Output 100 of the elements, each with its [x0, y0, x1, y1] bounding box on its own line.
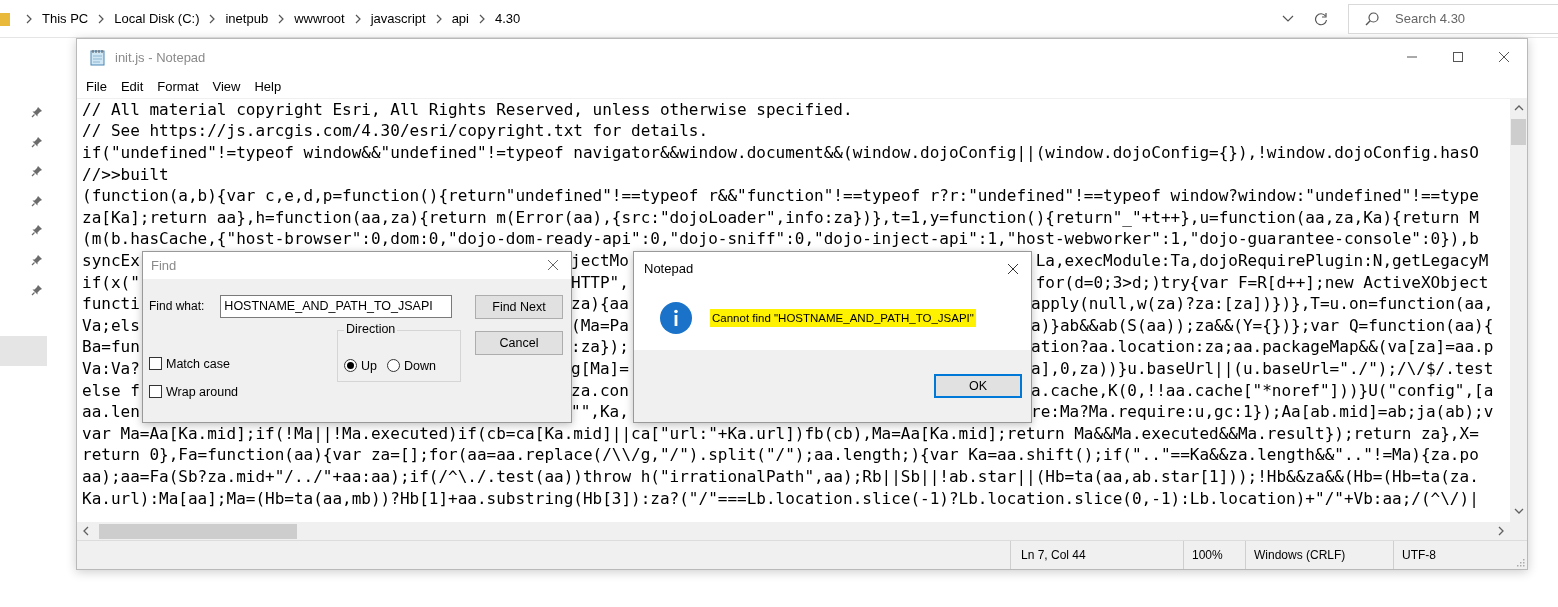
- pin-icon[interactable]: [31, 106, 43, 118]
- code-text: a)}ab&&ab(S(aa));za&&(Y={})};var Q=function(aa){: [1031, 314, 1494, 337]
- code-text: a.cache,K(0,!!aa.cache["*noref"]))}U("config",[a: [1031, 379, 1494, 402]
- breadcrumb-item[interactable]: This PC: [42, 11, 89, 26]
- line-ending: Windows (CRLF): [1245, 541, 1393, 569]
- menu-item[interactable]: File: [79, 79, 114, 95]
- group-label: Direction: [344, 321, 398, 336]
- code-text: if(x(": [82, 271, 141, 294]
- code-text: return 0},Fa=function(aa){var za=[];for(aa=aa.replace(/\\/g,"/").split("/");aa.length;){var Ka=aa.shift();if(".."==Ka&&za.length&&".."!=Ma){za.po: [82, 445, 1479, 465]
- code-text: // All material copyright Esri, All Rights Reserved, unless otherwise specified.: [82, 99, 853, 119]
- code-text: jectMo: [571, 250, 630, 272]
- code-text: re:Ma?Ma.require:u,gc:1});Aa[ab.mid]=ab;ja(ab);v: [1031, 401, 1494, 423]
- pin-icon[interactable]: [31, 135, 43, 148]
- window-title: init.js - Notepad: [115, 49, 206, 65]
- code-text: za){aa: [571, 293, 630, 315]
- info-icon: [660, 301, 692, 334]
- chevron-icon[interactable]: [478, 13, 486, 24]
- dialog-button[interactable]: Find Next: [475, 294, 563, 319]
- chevron-icon[interactable]: [434, 13, 443, 24]
- close-icon: [547, 259, 559, 272]
- message-text: Cannot find "HOSTNAME_AND_PATH_TO_JSAPI": [710, 308, 976, 327]
- radio-button[interactable]: [387, 359, 400, 373]
- code-text: if("undefined"!=typeof window&&"undefined"!=typeof navigator&&window.document&&(window.dojoConfig||(window.dojoConfig={}),!window.dojoConfig.hasO: [82, 143, 1479, 163]
- find-what-field[interactable]: HOSTNAME_AND_PATH_TO_JSAPI: [220, 294, 453, 318]
- resize-grip-icon[interactable]: [1515, 557, 1525, 567]
- code-text: (Ma=Pa: [571, 314, 630, 337]
- menu-item[interactable]: Format: [150, 79, 206, 95]
- code-text: // See https://js.arcgis.com/4.30/esri/copyright.txt for details.: [82, 121, 709, 141]
- code-text: Va:Va?: [82, 358, 141, 380]
- breadcrumb-item[interactable]: Local Disk (C:): [114, 11, 200, 26]
- code-text: :za});: [571, 336, 630, 358]
- scroll-left-icon[interactable]: [83, 526, 89, 537]
- radio-label[interactable]: Down: [404, 358, 436, 373]
- code-text: g[Ma]=: [571, 358, 630, 380]
- maximize-icon: [1453, 52, 1463, 63]
- code-text: aa);aa=Fa(Sb?za.mid+"/../"+aa:aa);if(/^\./.test(aa))throw h("irrationalPath",aa);Rb||Sb||!ab.star||(Hb=ta(aa,ab.star[1]));!Hb&&za&&(Hb=(Hb=ta(za.: [82, 466, 1479, 486]
- menu-item[interactable]: Edit: [113, 79, 151, 95]
- menu-item[interactable]: Help: [247, 79, 289, 95]
- dialog-title: Find: [151, 257, 177, 273]
- chevron-icon[interactable]: [25, 13, 33, 24]
- code-text: za[Ka];return aa},h=function(aa,za){return m(Error(aa),{src:"dojoLoader",info:za})},t=1,y=function(){return"_"+t++},u=function(aa,za,Ka){return M: [82, 207, 1479, 227]
- chevron-icon[interactable]: [353, 13, 362, 24]
- code-text: aa.len: [82, 401, 141, 423]
- pin-icon[interactable]: [31, 194, 43, 207]
- code-text: apply(null,w(za)?za:[za])})},T=u.on=function(aa,: [1031, 293, 1494, 315]
- code-text: (m(b.hasCache,{"host-browser":0,dom:0,"dojo-dom-ready-api":0,"dojo-sniff":0,"dojo-inject-api":1,"host-webworker":1,"dojo-guarantee-console":0}),b: [82, 229, 1479, 249]
- pin-icon[interactable]: [31, 165, 43, 178]
- chevron-icon[interactable]: [208, 13, 217, 24]
- scroll-up-icon[interactable]: [1513, 104, 1524, 111]
- menu-item[interactable]: View: [205, 79, 248, 95]
- breadcrumb-item[interactable]: wwwroot: [294, 11, 345, 26]
- code-text: Va;els: [82, 314, 141, 337]
- chevron-icon[interactable]: [277, 13, 286, 24]
- search-icon: [1365, 11, 1379, 26]
- notepad-icon: [89, 48, 107, 67]
- refresh-icon[interactable]: [1314, 11, 1328, 26]
- checkbox-label[interactable]: Wrap around: [166, 384, 239, 399]
- encoding: UTF-8: [1393, 541, 1515, 569]
- code-text: a],0,za))}u.baseUrl||(u.baseUrl="./");/\/$/.test: [1031, 358, 1494, 380]
- scroll-thumb[interactable]: [99, 523, 297, 539]
- dropdown-icon[interactable]: [1282, 14, 1294, 23]
- pin-icon[interactable]: [31, 253, 43, 266]
- checkbox-label[interactable]: Match case: [166, 356, 230, 371]
- ok-button[interactable]: OK: [934, 373, 1022, 398]
- code-text: functi: [82, 293, 141, 315]
- code-text: ation?aa.location:za;aa.packageMap&&(va[za]=aa.p: [1031, 336, 1494, 358]
- close-icon: [1499, 52, 1509, 63]
- scroll-down-icon[interactable]: [1513, 508, 1524, 515]
- pin-icon[interactable]: [31, 283, 43, 296]
- find-what-label: Find what:: [149, 299, 205, 314]
- code-text: HTTP",: [571, 271, 630, 294]
- dialog-button[interactable]: Cancel: [475, 330, 563, 355]
- code-text: syncEx: [82, 250, 141, 272]
- code-text: La,execModule:Ta,dojoRequirePlugin:N,getLegacyM: [1035, 250, 1489, 272]
- dialog-title: Notepad: [644, 261, 694, 277]
- close-icon: [1007, 262, 1019, 275]
- code-text: for(d=0;3>d;)try{var F=R[d++];new ActiveXObject: [1035, 271, 1489, 294]
- code-text: "",Ka,: [571, 401, 630, 423]
- folder-icon: [0, 10, 10, 27]
- breadcrumb-item[interactable]: 4.30: [495, 11, 521, 26]
- chevron-icon[interactable]: [97, 13, 106, 24]
- radio-label[interactable]: Up: [361, 358, 377, 373]
- code-text: var Ma=Aa[Ka.mid];if(!Ma||!Ma.executed)if(cb=ca[Ka.mid]||ca["url:"+Ka.url])fb(cb),Ma=Aa[Ka.mid];return Ma&&Ma.executed&&Ma.result});return za},X=: [82, 423, 1479, 443]
- code-text: Ba=fun: [82, 336, 141, 358]
- checkbox[interactable]: [149, 357, 162, 371]
- pin-icon[interactable]: [31, 224, 43, 237]
- scroll-thumb[interactable]: [1511, 118, 1526, 145]
- vertical-scrollbar[interactable]: [1510, 98, 1527, 523]
- checkbox[interactable]: [149, 385, 162, 399]
- radio-button[interactable]: [344, 359, 357, 373]
- scroll-right-icon[interactable]: [1498, 526, 1504, 537]
- breadcrumb-item[interactable]: javascript: [370, 11, 426, 26]
- breadcrumb-item[interactable]: api: [451, 11, 469, 26]
- code-text: //>>built: [82, 164, 169, 184]
- search-field[interactable]: Search 4.30: [1348, 3, 1558, 34]
- code-text: (function(a,b){var c,e,d,p=function(){return"undefined"!==typeof r&&"function"!==typeof r?r:"undefined"!==typeof window?window:"undefined"!==type: [82, 186, 1479, 206]
- zoom-level: 100%: [1183, 541, 1245, 569]
- code-text: Ka.url):Ma[aa];Ma=(Hb=ta(aa,mb))?Hb[1]+aa.substring(Hb[3]):za?("/"===Lb.location.slice(-1)?Lb.location.slice(0,-1):Lb.location)+"/"+Vb:aa;/(^\/)|: [82, 488, 1479, 508]
- cursor-position: Ln 7, Col 44: [1010, 541, 1183, 569]
- breadcrumb-item[interactable]: inetpub: [225, 11, 269, 26]
